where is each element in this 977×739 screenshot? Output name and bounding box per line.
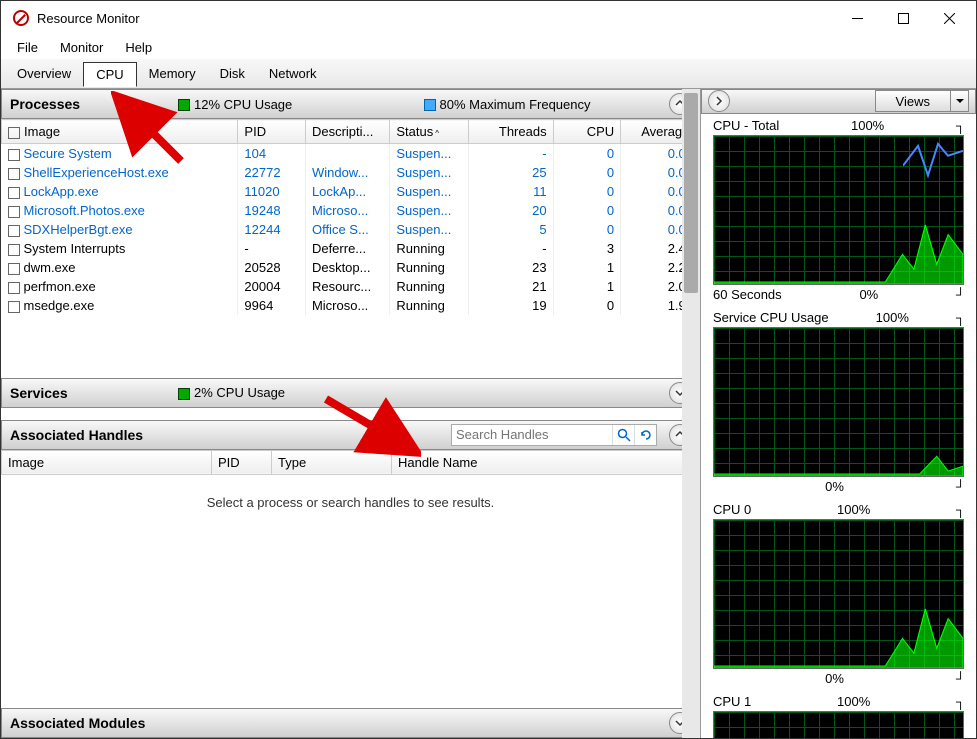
processes-cpu-usage: 12% CPU Usage [178, 97, 416, 112]
modules-header[interactable]: Associated Modules [1, 708, 700, 738]
chart-max: 100% [837, 694, 870, 709]
process-row[interactable]: dwm.exe 20528Desktop...Running 2312.21 [2, 258, 700, 277]
titlebar: Resource Monitor [1, 1, 976, 35]
processes-grid: Image PID Descripti... Status^ Threads C… [1, 119, 700, 378]
views-dropdown[interactable]: Views [875, 90, 969, 112]
minimize-button[interactable] [834, 3, 880, 33]
chart-block: Service CPU Usage100%┐ 0%┘ [701, 306, 976, 498]
window-title: Resource Monitor [37, 11, 834, 26]
col-threads[interactable]: Threads [469, 120, 553, 144]
tab-disk[interactable]: Disk [208, 62, 257, 85]
chart-block: CPU 0100%┐ 0%┘ [701, 498, 976, 690]
chart-max: 100% [876, 310, 909, 325]
hcol-pid[interactable]: PID [212, 450, 272, 474]
chart-block: CPU 1100%┐ ┘ [701, 690, 976, 738]
tabbar: Overview CPU Memory Disk Network [1, 59, 976, 89]
tab-network[interactable]: Network [257, 62, 329, 85]
row-checkbox[interactable] [8, 263, 20, 275]
services-cpu-usage: 2% CPU Usage [178, 385, 661, 400]
process-row[interactable]: Secure System 104Suspen... -00.00 [2, 144, 700, 164]
services-title: Services [10, 385, 170, 401]
app-icon [13, 10, 29, 26]
select-all-checkbox[interactable] [8, 127, 20, 139]
processes-max-freq: 80% Maximum Frequency [424, 97, 662, 112]
menu-monitor[interactable]: Monitor [50, 38, 113, 57]
leftpane-scrollbar[interactable] [682, 89, 700, 738]
handles-empty-msg: Select a process or search handles to se… [1, 475, 700, 530]
sort-caret-icon: ^ [435, 129, 439, 138]
row-checkbox[interactable] [8, 206, 20, 218]
services-header[interactable]: Services 2% CPU Usage [1, 378, 700, 408]
freq-chip-icon [424, 99, 436, 111]
col-desc[interactable]: Descripti... [305, 120, 389, 144]
maximize-button[interactable] [880, 3, 926, 33]
menu-help[interactable]: Help [115, 38, 162, 57]
sidebar-header: Views [701, 89, 976, 114]
chart-title: Service CPU Usage [713, 310, 829, 325]
process-row[interactable]: perfmon.exe 20004Resourc...Running 2112.… [2, 277, 700, 296]
process-row[interactable]: Microsoft.Photos.exe 19248Microso...Susp… [2, 201, 700, 220]
process-row[interactable]: msedge.exe 9964Microso...Running 1901.91 [2, 296, 700, 315]
views-label: Views [876, 94, 950, 109]
col-cpu[interactable]: CPU [553, 120, 621, 144]
sidebar-collapse-icon[interactable] [708, 90, 730, 112]
row-checkbox[interactable] [8, 282, 20, 294]
processes-header[interactable]: Processes 12% CPU Usage 80% Maximum Freq… [1, 89, 700, 119]
handles-title: Associated Handles [10, 427, 210, 443]
menu-file[interactable]: File [7, 38, 48, 57]
chart-footer-right: 0% [825, 479, 844, 494]
processes-title: Processes [10, 96, 170, 112]
tab-cpu[interactable]: CPU [83, 62, 136, 87]
process-row[interactable]: ShellExperienceHost.exe 22772Window...Su… [2, 163, 700, 182]
chart-footer-right: 0% [859, 287, 878, 302]
chart-block: CPU - Total100%┐ 60 Seconds0%┘ [701, 114, 976, 306]
hcol-image[interactable]: Image [2, 450, 212, 474]
row-checkbox[interactable] [8, 168, 20, 180]
hcol-name[interactable]: Handle Name [392, 450, 700, 474]
process-row[interactable]: System Interrupts -Deferre...Running -32… [2, 239, 700, 258]
col-image[interactable]: Image [2, 120, 238, 144]
menubar: File Monitor Help [1, 35, 976, 59]
close-button[interactable] [926, 3, 972, 33]
hcol-type[interactable]: Type [272, 450, 392, 474]
col-pid[interactable]: PID [238, 120, 306, 144]
chart-canvas [713, 327, 964, 477]
chart-title: CPU - Total [713, 118, 779, 133]
search-icon[interactable] [612, 425, 634, 445]
row-checkbox[interactable] [8, 225, 20, 237]
refresh-icon[interactable] [634, 425, 656, 445]
chart-max: 100% [851, 118, 884, 133]
search-handles-input[interactable] [452, 427, 612, 442]
handles-header[interactable]: Associated Handles [1, 420, 700, 450]
chevron-down-icon [950, 91, 968, 111]
cpu-chip-icon [178, 99, 190, 111]
cpu-chip-icon [178, 388, 190, 400]
chart-max: 100% [837, 502, 870, 517]
chart-canvas [713, 711, 964, 738]
row-checkbox[interactable] [8, 187, 20, 199]
process-row[interactable]: LockApp.exe 11020LockAp...Suspen... 1100… [2, 182, 700, 201]
row-checkbox[interactable] [8, 244, 20, 256]
row-checkbox[interactable] [8, 149, 20, 161]
tab-memory[interactable]: Memory [137, 62, 208, 85]
handles-grid: Image PID Type Handle Name Select a proc… [1, 450, 700, 709]
modules-title: Associated Modules [10, 715, 661, 731]
col-status[interactable]: Status^ [390, 120, 469, 144]
search-handles-wrap [451, 424, 657, 446]
chart-canvas [713, 519, 964, 669]
chart-footer-left: 60 Seconds [713, 287, 782, 302]
chart-canvas [713, 135, 964, 285]
process-row[interactable]: SDXHelperBgt.exe 12244Office S...Suspen.… [2, 220, 700, 239]
row-checkbox[interactable] [8, 301, 20, 313]
chart-title: CPU 1 [713, 694, 751, 709]
tab-overview[interactable]: Overview [5, 62, 83, 85]
chart-title: CPU 0 [713, 502, 751, 517]
chart-footer-right: 0% [825, 671, 844, 686]
